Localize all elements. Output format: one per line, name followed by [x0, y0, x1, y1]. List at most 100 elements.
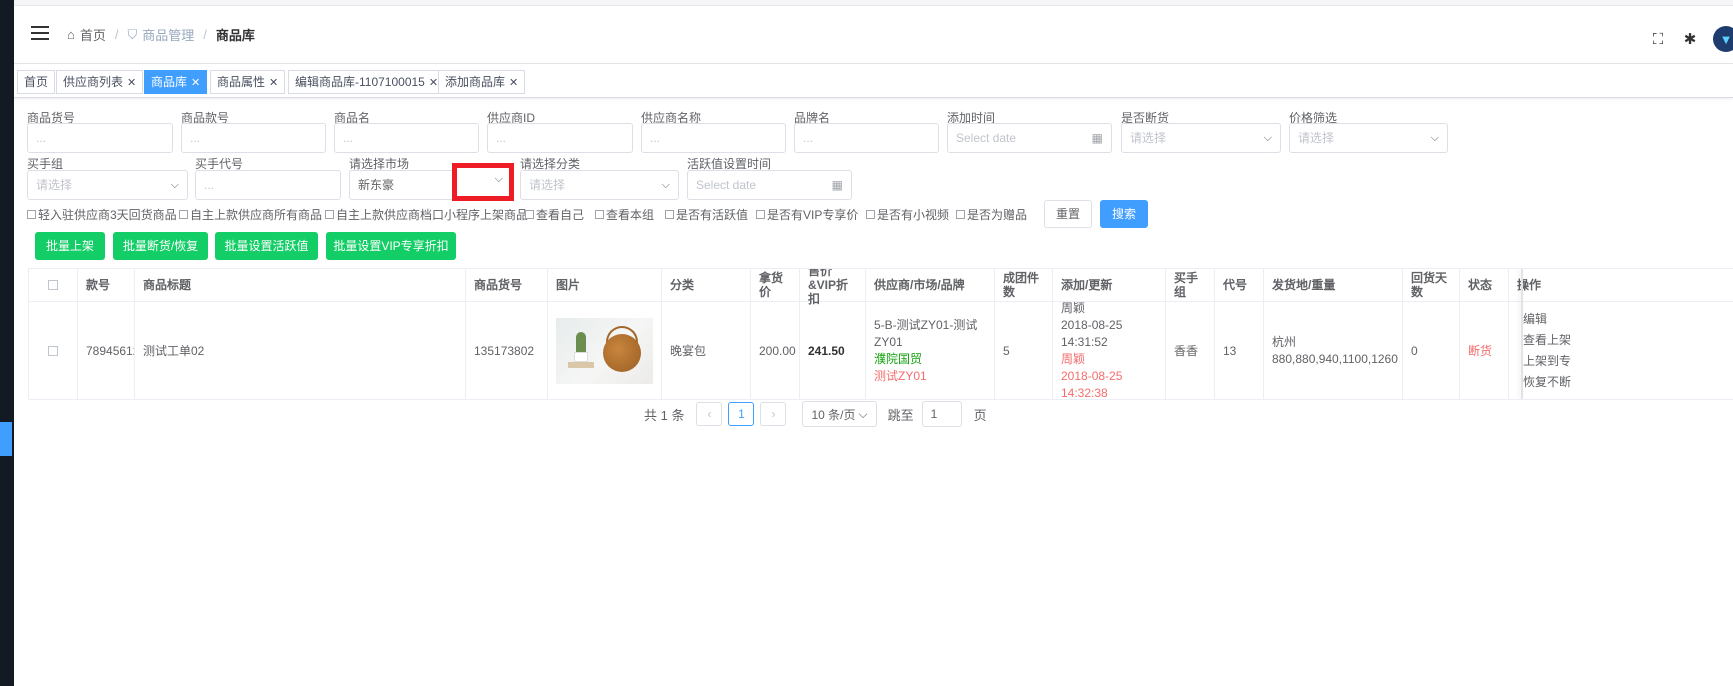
add-time-picker[interactable]: Select date ▦ [947, 123, 1112, 153]
search-button[interactable]: 搜索 [1100, 200, 1148, 228]
col-operations: 操作 [1509, 269, 1733, 302]
buyer-group-select[interactable]: 请选择 ⌵ [27, 170, 188, 200]
checkbox-view-group[interactable]: 查看本组 [595, 206, 654, 223]
product-image[interactable] [556, 318, 653, 384]
bug-icon[interactable]: ✱ [1681, 30, 1699, 48]
home-icon: ⌂ [67, 27, 75, 42]
breadcrumb-separator: / [114, 27, 119, 42]
page-unit: 页 [973, 407, 987, 423]
weights: 880,880,940,1100,1260 [1272, 352, 1398, 366]
product-table: 款号 商品标题 商品货号 图片 分类 拿货价 售价&VIP折扣 供应商/市场/品… [28, 268, 1733, 400]
view-listing-link[interactable]: 查看上架 [1523, 330, 1571, 351]
navbar: ⌂ 首页 / ⛉ 商品管理 / 商品库 ⛶ ✱ ▼ [14, 6, 1733, 64]
active-time-picker[interactable]: Select date ▦ [687, 170, 852, 200]
checkbox-self-supplier-miniapp[interactable]: 自主上款供应商档口小程序上架商品 [325, 206, 528, 223]
fullscreen-icon[interactable]: ⛶ [1649, 30, 1667, 48]
supplier-name: 5-B-测试ZY01-测试ZY01 [874, 318, 978, 349]
col-category: 分类 [662, 269, 751, 302]
restore-stock-link[interactable]: 恢复不断 [1523, 372, 1571, 393]
col-supplier: 供应商/市场/品牌 [866, 269, 995, 302]
added-at: 2018-08-25 14:31:52 [1061, 318, 1123, 349]
close-icon[interactable]: ✕ [429, 77, 438, 89]
ship-city: 杭州 [1272, 335, 1297, 349]
style-no-input[interactable]: ... [181, 123, 326, 153]
buyer-code-input[interactable]: ... [195, 170, 341, 200]
cell-add-update: 周颖 2018-08-25 14:31:52 周颖 2018-08-25 14:… [1053, 302, 1166, 399]
checkbox-has-active[interactable]: 是否有活跃值 [665, 206, 748, 223]
reset-button[interactable]: 重置 [1044, 200, 1092, 228]
calendar-icon: ▦ [1091, 131, 1103, 145]
col-group-qty: 成团件数 [995, 269, 1053, 302]
edit-link[interactable]: 编辑 [1523, 309, 1571, 330]
checkbox-view-self[interactable]: 查看自己 [525, 206, 584, 223]
supplier-id-input[interactable]: ... [487, 123, 633, 153]
col-status: 状态 [1460, 269, 1509, 302]
close-icon[interactable]: ✕ [509, 77, 518, 89]
tag-product-library[interactable]: 商品库 ✕ [144, 70, 208, 94]
jump-input[interactable]: 1 [921, 401, 962, 427]
page-number[interactable]: 1 [728, 402, 755, 426]
cell-image [548, 302, 662, 399]
col-cost: 拿货价 [751, 269, 800, 302]
row-select-cell [29, 302, 78, 399]
calendar-icon: ▦ [831, 178, 843, 192]
brand-input[interactable]: ... [794, 123, 939, 153]
market-name: 濮院国贸 [874, 352, 923, 366]
page-size-select[interactable]: 10 条/页 ⌵ [802, 401, 877, 427]
supplier-name-input[interactable]: ... [641, 123, 786, 153]
row-checkbox[interactable] [48, 346, 58, 356]
checkbox-has-vip[interactable]: 是否有VIP专享价 [756, 206, 858, 223]
cell-cost: 200.00 [751, 302, 800, 399]
checkbox-light-supplier[interactable]: 轻入驻供应商3天回货商品 [27, 206, 177, 223]
tag-home[interactable]: 首页 [17, 70, 56, 94]
tag-supplier-list[interactable]: 供应商列表 ✕ [56, 70, 144, 94]
col-price: 售价&VIP折扣 [800, 269, 866, 306]
avatar[interactable]: ▼ [1713, 26, 1733, 52]
close-icon[interactable]: ✕ [127, 77, 136, 89]
checkbox-has-video[interactable]: 是否有小视频 [866, 206, 949, 223]
app-container: ⌂ 首页 / ⛉ 商品管理 / 商品库 ⛶ ✱ ▼ 首页 供应商列表 ✕ 商品库 ✕ 商… [14, 0, 1733, 686]
col-item-no: 商品货号 [466, 269, 548, 302]
hamburger-icon[interactable] [31, 26, 49, 40]
list-to-vip-link[interactable]: 上架到专 [1523, 351, 1571, 372]
prev-page-icon[interactable]: ‹ [696, 402, 723, 426]
chevron-down-icon: ⌵ [1263, 132, 1272, 144]
breadcrumb-section[interactable]: ⛉ 商品管理 [128, 25, 195, 44]
out-of-stock-select[interactable]: 请选择 ⌵ [1121, 123, 1281, 153]
tags-view: 首页 供应商列表 ✕ 商品库 ✕ 商品属性 ✕ 编辑商品库-1107100015 ✕ 添… [14, 64, 1733, 98]
breadcrumb-separator: / [203, 27, 207, 42]
chevron-down-icon: ⌵ [494, 173, 503, 185]
cell-operations: 编辑 查看上架 上架到专 恢复不断 [1509, 302, 1733, 399]
close-icon[interactable]: ✕ [269, 77, 278, 89]
breadcrumb-home[interactable]: ⌂ 首页 [67, 25, 106, 44]
item-no-input[interactable]: ... [27, 123, 173, 153]
chevron-down-icon: ⌵ [1430, 132, 1439, 144]
updated-by: 周颖 [1061, 352, 1086, 366]
cell-style-no: 789456123 [78, 302, 135, 399]
close-icon[interactable]: ✕ [191, 77, 200, 89]
cell-supplier: 5-B-测试ZY01-测试ZY01 濮院国贸 测试ZY01 [866, 302, 995, 399]
product-name-input[interactable]: ... [334, 123, 479, 153]
next-page-icon[interactable]: › [760, 402, 787, 426]
batch-vip-discount-button[interactable]: 批量设置VIP专享折扣 [326, 232, 456, 260]
select-all-cell [29, 269, 78, 302]
col-style-no: 款号 [78, 269, 135, 302]
cell-category: 晚宴包 [662, 302, 751, 399]
category-select[interactable]: 请选择 ⌵ [520, 170, 679, 200]
batch-active-value-button[interactable]: 批量设置活跃值 [215, 232, 318, 260]
batch-stock-toggle-button[interactable]: 批量断货/恢复 [113, 232, 208, 260]
price-filter-select[interactable]: 请选择 ⌵ [1289, 123, 1448, 153]
brand-name: 测试ZY01 [874, 369, 927, 383]
batch-list-button[interactable]: 批量上架 [35, 232, 105, 260]
tag-edit-product[interactable]: 编辑商品库-1107100015 ✕ [288, 70, 446, 94]
market-select[interactable]: 新东豪 [349, 170, 459, 200]
highlighted-market-dropdown[interactable]: ⌵ [452, 163, 514, 201]
checkbox-self-supplier-all[interactable]: 自主上款供应商所有商品 [179, 206, 322, 223]
chevron-down-icon: ⌵ [170, 179, 179, 191]
select-all-checkbox[interactable] [48, 280, 58, 290]
tag-add-product[interactable]: 添加商品库 ✕ [438, 70, 526, 94]
checkbox-is-gift[interactable]: 是否为赠品 [956, 206, 1027, 223]
cell-buyer-group: 香香 [1166, 302, 1215, 399]
tag-product-attributes[interactable]: 商品属性 ✕ [210, 70, 286, 94]
sidebar-active-indicator [0, 422, 12, 456]
